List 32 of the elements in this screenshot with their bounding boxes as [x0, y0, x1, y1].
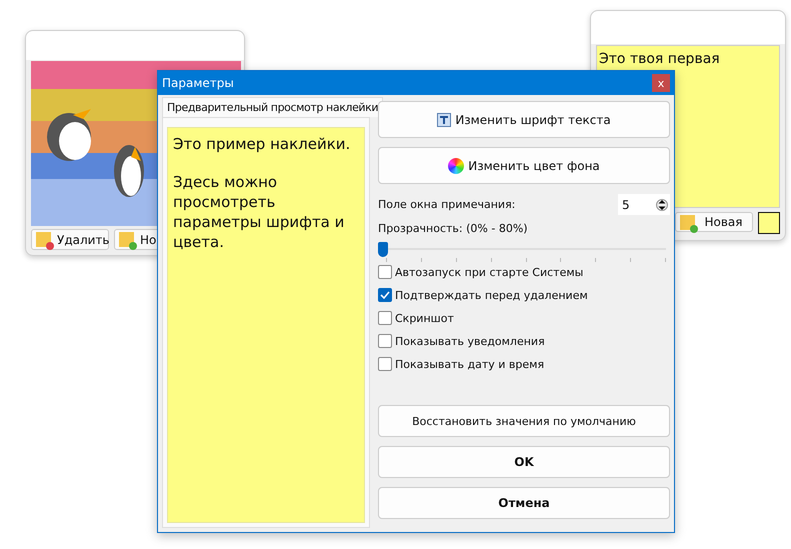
ok-button[interactable]: OK: [378, 446, 670, 478]
margin-spinbox[interactable]: 5: [618, 194, 670, 215]
checkbox-label: Показывать уведомления: [395, 334, 545, 348]
restore-defaults-button[interactable]: Восстановить значения по умолчанию: [378, 405, 670, 437]
checkbox[interactable]: [378, 311, 392, 325]
preview-text: Здесь можно просмотреть параметры шрифта и цвета.: [173, 172, 346, 252]
note-delete-icon: [36, 232, 51, 247]
spin-arrows-icon: [656, 196, 668, 212]
checkbox-label: Показывать дату и время: [395, 358, 544, 370]
checkbox-label: Подтверждать перед удалением: [395, 288, 588, 302]
window-title: Параметры: [162, 76, 234, 90]
checkbox[interactable]: [378, 288, 392, 302]
note-button[interactable]: Удалить: [31, 229, 109, 250]
color-swatch[interactable]: [758, 212, 780, 234]
checkbox[interactable]: [378, 334, 392, 348]
new-note-button[interactable]: Новая: [675, 212, 753, 232]
change-font-button[interactable]: Изменить шрифт текста: [378, 101, 670, 138]
font-icon: [437, 112, 452, 126]
transparency-label: Прозрачность: (0% - 80%): [378, 222, 529, 235]
checkbox[interactable]: [378, 265, 392, 279]
color-wheel-icon: [448, 158, 464, 174]
preview-text: Это пример наклейки.: [173, 134, 352, 154]
note-add-icon: [680, 214, 695, 230]
cancel-button[interactable]: Отмена: [378, 487, 670, 519]
change-color-button[interactable]: Изменить цвет фона: [378, 147, 670, 184]
checkbox-label: Скриншот: [395, 312, 454, 324]
checkbox-label: Автозапуск при старте Системы: [395, 266, 584, 278]
checkbox[interactable]: [378, 357, 392, 371]
close-button[interactable]: x: [652, 74, 670, 92]
margin-label: Поле окна примечания:: [378, 198, 516, 211]
preview-tab[interactable]: Предварительный просмотр наклейки: [162, 97, 384, 117]
note-add-icon: [119, 232, 134, 247]
